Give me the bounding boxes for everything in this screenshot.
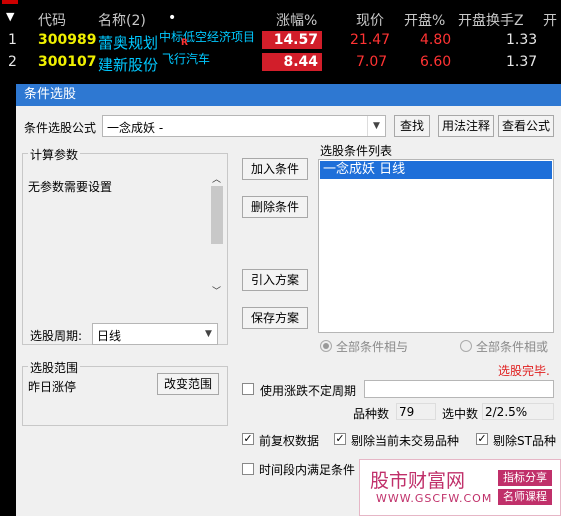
row-price: 7.07 <box>356 54 388 70</box>
conditions-list[interactable]: 一念成妖 日线 <box>318 159 554 333</box>
period-value: 日线 <box>97 329 122 343</box>
row-tag: 中标低空经济项目 <box>159 30 256 44</box>
col-change[interactable]: 涨幅% <box>276 10 317 30</box>
scroll-down-icon[interactable]: ﹀ <box>212 284 221 297</box>
conditions-title: 选股条件列表 <box>320 144 393 158</box>
col-extra[interactable]: 开 <box>543 10 557 30</box>
scroll-thumb[interactable] <box>211 186 223 244</box>
range-value: 昨日涨停 <box>28 380 77 394</box>
radio-or[interactable] <box>460 340 472 352</box>
radio-and-label: 全部条件相与 <box>336 340 409 354</box>
count-value-box: 79 <box>396 403 436 420</box>
status-text: 选股完毕. <box>498 364 550 378</box>
count-value: 79 <box>399 405 415 419</box>
variable-period-input[interactable] <box>364 380 554 398</box>
exclude-st-checkbox[interactable]: ✓ <box>476 433 488 445</box>
adjust-label: 前复权数据 <box>259 434 320 448</box>
formula-value: 一念成妖 - <box>107 121 164 135</box>
adjust-checkbox[interactable]: ✓ <box>242 433 254 445</box>
save-scheme-button[interactable]: 保存方案 <box>242 307 308 329</box>
row-code: 300989 <box>38 32 97 48</box>
col-open[interactable]: 开盘% <box>404 10 445 30</box>
find-button[interactable]: 查找 <box>394 115 430 137</box>
dialog-titlebar[interactable]: 条件选股 <box>16 84 561 106</box>
row-open: 4.80 <box>420 32 452 48</box>
time-range-label: 时间段内满足条件 <box>259 463 356 477</box>
radio-and[interactable] <box>320 340 332 352</box>
exclude-untraded-label: 剔除当前未交易品种 <box>351 434 460 448</box>
table-header: ▼ 代码 名称(2) • 涨幅% 现价 开盘% 开盘换手Z 开 <box>0 8 561 30</box>
row-index: 1 <box>8 32 17 48</box>
params-text: 无参数需要设置 <box>28 180 113 194</box>
selected-value: 2/2.5% <box>485 405 528 419</box>
col-turnover[interactable]: 开盘换手Z <box>458 10 524 30</box>
col-dot: • <box>168 10 177 26</box>
count-label: 品种数 <box>353 407 390 421</box>
row-turnover: 1.37 <box>506 54 538 70</box>
row-index: 2 <box>8 54 17 70</box>
watermark-url: WWW.GSCFW.COM <box>376 492 493 505</box>
change-range-button[interactable]: 改变范围 <box>157 373 219 395</box>
row-tag: 飞行汽车 <box>162 52 211 66</box>
params-title: 计算参数 <box>28 146 81 163</box>
formula-select[interactable]: 一念成妖 - ▼ <box>102 115 386 137</box>
period-label: 选股周期: <box>30 329 83 343</box>
radio-or-label: 全部条件相或 <box>476 340 549 354</box>
time-range-checkbox[interactable] <box>242 463 254 475</box>
row-change: 8.44 <box>262 53 322 71</box>
view-formula-button[interactable]: 查看公式 <box>498 115 554 137</box>
watermark-tag2: 名师课程 <box>498 489 552 505</box>
variable-period-checkbox[interactable] <box>242 383 254 395</box>
row-open: 6.60 <box>420 54 452 70</box>
variable-period-label: 使用涨跌不定周期 <box>260 384 357 398</box>
col-price[interactable]: 现价 <box>356 10 384 30</box>
import-scheme-button[interactable]: 引入方案 <box>242 269 308 291</box>
add-condition-button[interactable]: 加入条件 <box>242 158 308 180</box>
stock-screener-dialog: 条件选股 条件选股公式 一念成妖 - ▼ 查找 用法注释 查看公式 计算参数 无… <box>16 84 561 516</box>
row-name: 蕾奥规划 <box>98 34 159 52</box>
chevron-down-icon[interactable]: ▼ <box>367 116 385 136</box>
row-turnover: 1.33 <box>506 32 538 48</box>
delete-condition-button[interactable]: 删除条件 <box>242 196 308 218</box>
row-change: 14.57 <box>262 31 322 49</box>
table-row[interactable]: 1 300989 蕾奥规划 中标低空经济项目 R 14.57 21.47 4.8… <box>0 30 561 52</box>
watermark-site: 股市财富网 <box>370 470 466 492</box>
watermark-tag1: 指标分享 <box>498 470 552 486</box>
selected-label: 选中数 <box>442 407 479 421</box>
selected-value-box: 2/2.5% <box>482 403 554 420</box>
top-strip <box>0 0 561 8</box>
scroll-up-icon[interactable]: ︿ <box>212 172 221 185</box>
usage-button[interactable]: 用法注释 <box>438 115 494 137</box>
row-mark: R <box>181 38 188 48</box>
dialog-title: 条件选股 <box>24 87 77 102</box>
period-select[interactable]: 日线 ▼ <box>92 323 218 345</box>
range-title: 选股范围 <box>28 359 81 376</box>
list-item[interactable]: 一念成妖 日线 <box>320 161 552 179</box>
radio-dot <box>323 343 329 349</box>
table-row[interactable]: 2 300107 建新股份 飞行汽车 8.44 7.07 6.60 1.37 <box>0 52 561 74</box>
params-scrollbar[interactable]: ︿ ﹀ <box>210 172 224 297</box>
status-indicator <box>2 0 18 4</box>
row-code: 300107 <box>38 54 97 70</box>
exclude-untraded-checkbox[interactable]: ✓ <box>334 433 346 445</box>
col-code[interactable]: 代码 <box>38 10 66 30</box>
row-name: 建新股份 <box>98 56 159 74</box>
chevron-down-icon[interactable]: ▼ <box>200 324 217 344</box>
exclude-st-label: 剔除ST品种 <box>493 434 556 448</box>
watermark: 股市财富网 WWW.GSCFW.COM 指标分享 名师课程 <box>359 459 561 516</box>
formula-label: 条件选股公式 <box>24 121 97 135</box>
col-name[interactable]: 名称(2) <box>98 10 146 30</box>
sort-arrow-icon[interactable]: ▼ <box>6 10 14 23</box>
row-price: 21.47 <box>350 32 391 48</box>
